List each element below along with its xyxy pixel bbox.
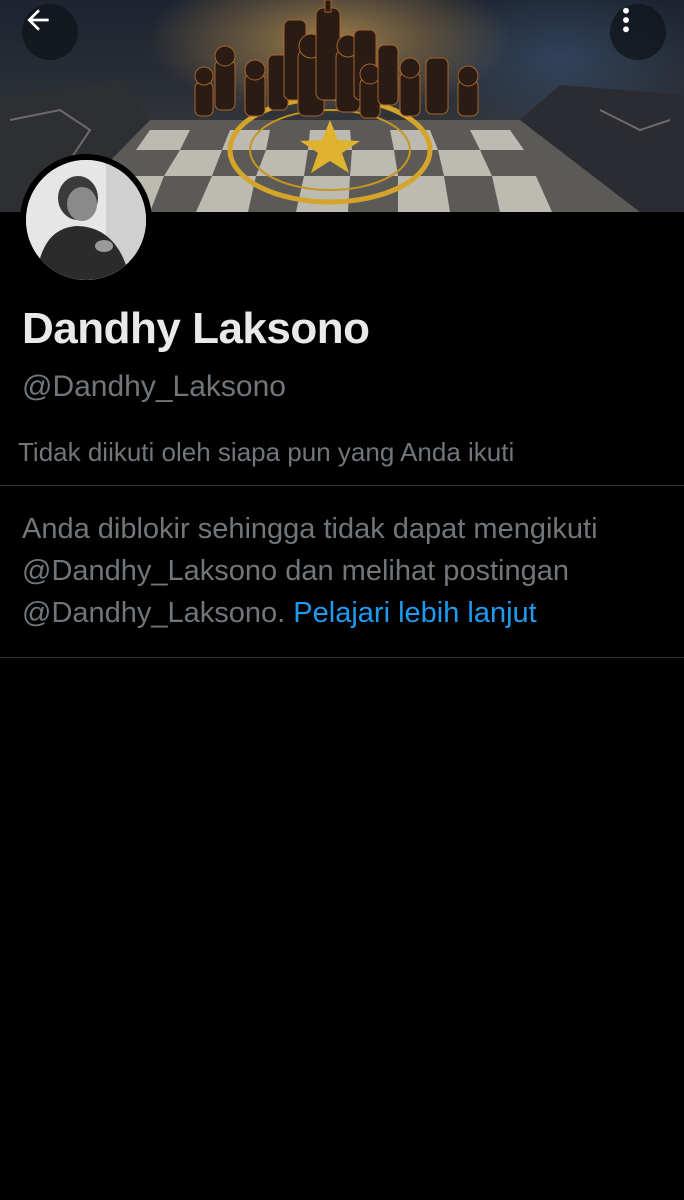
divider <box>0 657 684 658</box>
avatar-photo <box>26 160 146 280</box>
learn-more-link[interactable]: Pelajari lebih lanjut <box>293 597 536 629</box>
followers-you-know-note: Tidak diikuti oleh siapa pun yang Anda i… <box>18 437 515 467</box>
blocked-notice-line-1: Anda diblokir sehingga tidak dapat mengi… <box>22 513 598 545</box>
avatar[interactable] <box>20 154 152 286</box>
display-name: Dandhy Laksono <box>22 304 370 353</box>
divider <box>0 485 684 486</box>
more-options-button[interactable] <box>610 4 666 60</box>
blocked-notice: Anda diblokir sehingga tidak dapat mengi… <box>22 508 672 634</box>
blocked-notice-line-2: @Dandhy_Laksono dan melihat postingan <box>22 555 569 587</box>
blocked-notice-handle: @Dandhy_Laksono. <box>22 597 286 629</box>
blocked-notice-line-3: @Dandhy_Laksono. Pelajari lebih lanjut <box>22 592 672 634</box>
vertical-ellipsis-icon <box>623 7 629 33</box>
user-handle: @Dandhy_Laksono <box>22 370 286 403</box>
back-button[interactable] <box>22 4 78 60</box>
arrow-left-icon <box>27 9 49 31</box>
profile-page: Dandhy Laksono @Dandhy_Laksono Tidak dii… <box>0 0 684 1200</box>
